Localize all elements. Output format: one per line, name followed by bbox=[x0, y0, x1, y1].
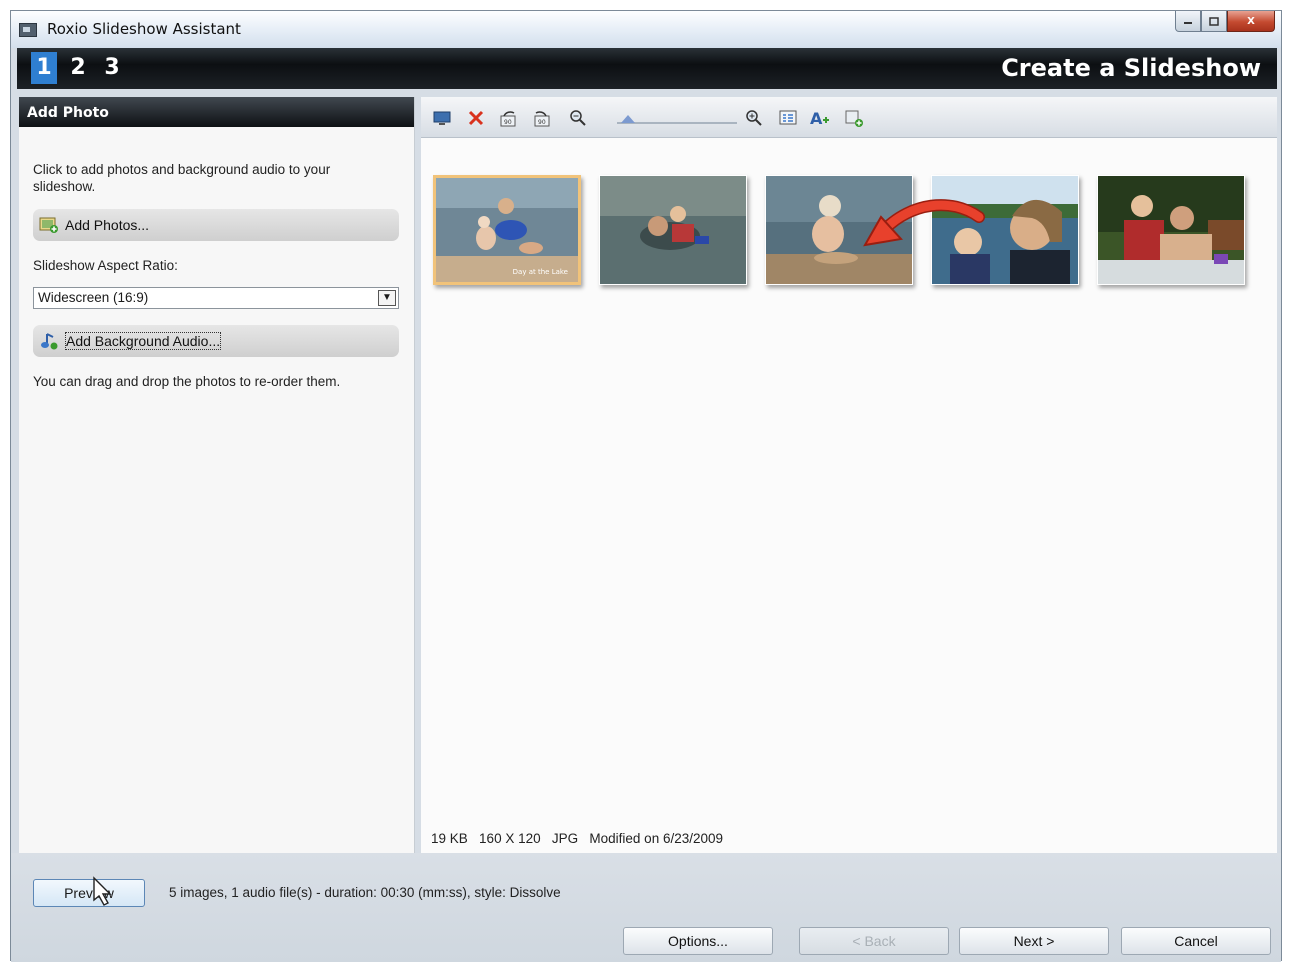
add-photos-label: Add Photos... bbox=[65, 217, 150, 233]
photo-thumbnail-2[interactable] bbox=[599, 175, 747, 285]
photo-area: 90 90 A Day at the Lake 19 KB 160 X 120 … bbox=[421, 97, 1277, 853]
svg-text:90: 90 bbox=[504, 119, 512, 126]
page-title: Create a Slideshow bbox=[1001, 54, 1261, 82]
maximize-icon bbox=[1209, 16, 1219, 26]
title-bar[interactable]: Roxio Slideshow Assistant X bbox=[11, 11, 1281, 48]
maximize-button[interactable] bbox=[1201, 11, 1227, 32]
minimize-icon bbox=[1184, 22, 1192, 24]
reorder-arrow-icon bbox=[863, 199, 985, 247]
delete-icon[interactable] bbox=[465, 107, 487, 129]
app-window: Roxio Slideshow Assistant X 1 2 3 Create… bbox=[10, 10, 1282, 962]
file-info-bar: 19 KB 160 X 120 JPG Modified on 6/23/200… bbox=[431, 831, 723, 846]
zoom-in-icon[interactable] bbox=[743, 107, 765, 129]
photo-image bbox=[600, 176, 746, 284]
file-dimensions: 160 X 120 bbox=[479, 831, 541, 846]
photo-thumbnail-1[interactable]: Day at the Lake bbox=[433, 175, 581, 285]
options-button[interactable]: Options... bbox=[623, 927, 773, 955]
panel-heading: Add Photo bbox=[19, 97, 414, 127]
aspect-ratio-select[interactable]: Widescreen (16:9) ▼ bbox=[33, 287, 399, 309]
close-button[interactable]: X bbox=[1227, 11, 1275, 32]
svg-text:A: A bbox=[810, 109, 823, 128]
audio-note-icon bbox=[39, 331, 59, 351]
svg-text:90: 90 bbox=[538, 119, 546, 126]
file-type: JPG bbox=[551, 831, 579, 846]
add-text-icon[interactable]: A bbox=[809, 107, 831, 129]
photo-image bbox=[436, 178, 578, 282]
step-3[interactable]: 3 bbox=[99, 52, 125, 84]
photo-toolbar: 90 90 A bbox=[421, 97, 1277, 138]
minimize-button[interactable] bbox=[1175, 11, 1201, 32]
window-title: Roxio Slideshow Assistant bbox=[47, 20, 241, 38]
file-size: 19 KB bbox=[431, 831, 468, 846]
back-button[interactable]: < Back bbox=[799, 927, 949, 955]
zoom-out-icon[interactable] bbox=[567, 107, 589, 129]
add-transition-icon[interactable] bbox=[843, 107, 865, 129]
step-indicator: 1 2 3 bbox=[31, 52, 125, 84]
drag-hint: You can drag and drop the photos to re-o… bbox=[33, 374, 341, 389]
app-icon bbox=[19, 23, 37, 37]
add-photos-icon bbox=[39, 215, 59, 235]
add-background-audio-button[interactable]: Add Background Audio... bbox=[33, 325, 399, 357]
add-photo-panel: Add Photo Click to add photos and backgr… bbox=[19, 97, 415, 853]
chevron-down-icon[interactable]: ▼ bbox=[378, 290, 396, 306]
add-photos-button[interactable]: Add Photos... bbox=[33, 209, 399, 241]
aspect-ratio-value: Widescreen (16:9) bbox=[38, 290, 149, 305]
photo-image bbox=[1098, 176, 1244, 284]
grid-view-icon[interactable] bbox=[777, 107, 799, 129]
monitor-icon[interactable] bbox=[431, 107, 453, 129]
cancel-button[interactable]: Cancel bbox=[1121, 927, 1271, 955]
mouse-pointer-icon bbox=[93, 876, 112, 906]
intro-text: Click to add photos and background audio… bbox=[33, 162, 331, 194]
zoom-slider[interactable] bbox=[617, 122, 737, 124]
window-controls: X bbox=[1175, 11, 1275, 36]
file-modified: Modified on 6/23/2009 bbox=[589, 831, 724, 846]
add-audio-label: Add Background Audio... bbox=[65, 332, 222, 350]
next-button[interactable]: Next > bbox=[959, 927, 1109, 955]
zoom-slider-thumb[interactable] bbox=[621, 115, 635, 123]
wizard-header: 1 2 3 Create a Slideshow bbox=[17, 48, 1277, 89]
rotate-right-icon[interactable]: 90 bbox=[531, 107, 553, 129]
step-1[interactable]: 1 bbox=[31, 52, 57, 84]
aspect-ratio-label: Slideshow Aspect Ratio: bbox=[33, 258, 178, 273]
photo-caption: Day at the Lake bbox=[512, 268, 568, 276]
photo-thumbnail-5[interactable] bbox=[1097, 175, 1245, 285]
rotate-left-icon[interactable]: 90 bbox=[497, 107, 519, 129]
footer-bar: Preview 5 images, 1 audio file(s) - dura… bbox=[11, 853, 1281, 962]
slideshow-summary: 5 images, 1 audio file(s) - duration: 00… bbox=[169, 885, 561, 900]
step-2[interactable]: 2 bbox=[65, 52, 91, 84]
